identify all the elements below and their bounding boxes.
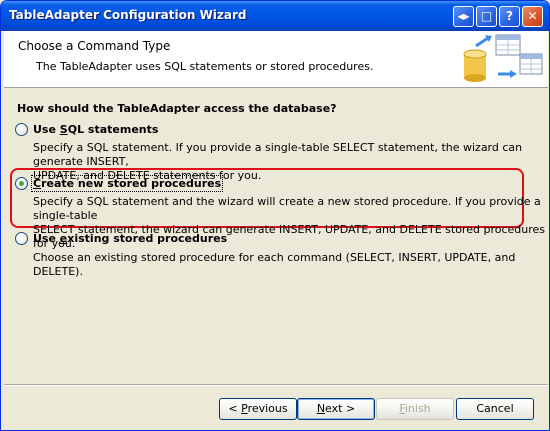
page-title: Choose a Command Type (18, 39, 171, 53)
database-table-icon (463, 34, 543, 82)
previous-button[interactable]: < Previous (219, 398, 297, 420)
radio-create-stored-procedures[interactable] (15, 177, 28, 190)
question-label: How should the TableAdapter access the d… (17, 102, 337, 115)
window-title: TableAdapter Configuration Wizard (9, 8, 247, 22)
option-label-existing[interactable]: Use existing stored procedures (33, 232, 227, 245)
maximize-button[interactable]: □ (476, 6, 497, 27)
wizard-window: TableAdapter Configuration Wizard ◂▸ □ ?… (0, 0, 550, 431)
radio-existing-stored-procedures[interactable] (15, 232, 28, 245)
finish-button[interactable]: Finish (376, 398, 454, 420)
page-subtitle: The TableAdapter uses SQL statements or … (36, 60, 374, 73)
help-button[interactable]: ? (499, 6, 520, 27)
option-description-existing: Choose an existing stored procedure for … (33, 251, 516, 278)
restore-icon[interactable]: ◂▸ (453, 6, 474, 27)
close-button[interactable]: ✕ (522, 6, 543, 27)
footer-divider (4, 384, 548, 386)
option-label-create[interactable]: Create new stored procedures (30, 175, 224, 192)
next-button[interactable]: Next > (297, 398, 375, 420)
option-label-sql[interactable]: Use SQL statements (33, 123, 158, 136)
cancel-button[interactable]: Cancel (456, 398, 534, 420)
wizard-header: Choose a Command Type The TableAdapter u… (4, 31, 548, 88)
title-bar[interactable]: TableAdapter Configuration Wizard ◂▸ □ ?… (1, 1, 549, 31)
radio-sql-statements[interactable] (15, 123, 28, 136)
